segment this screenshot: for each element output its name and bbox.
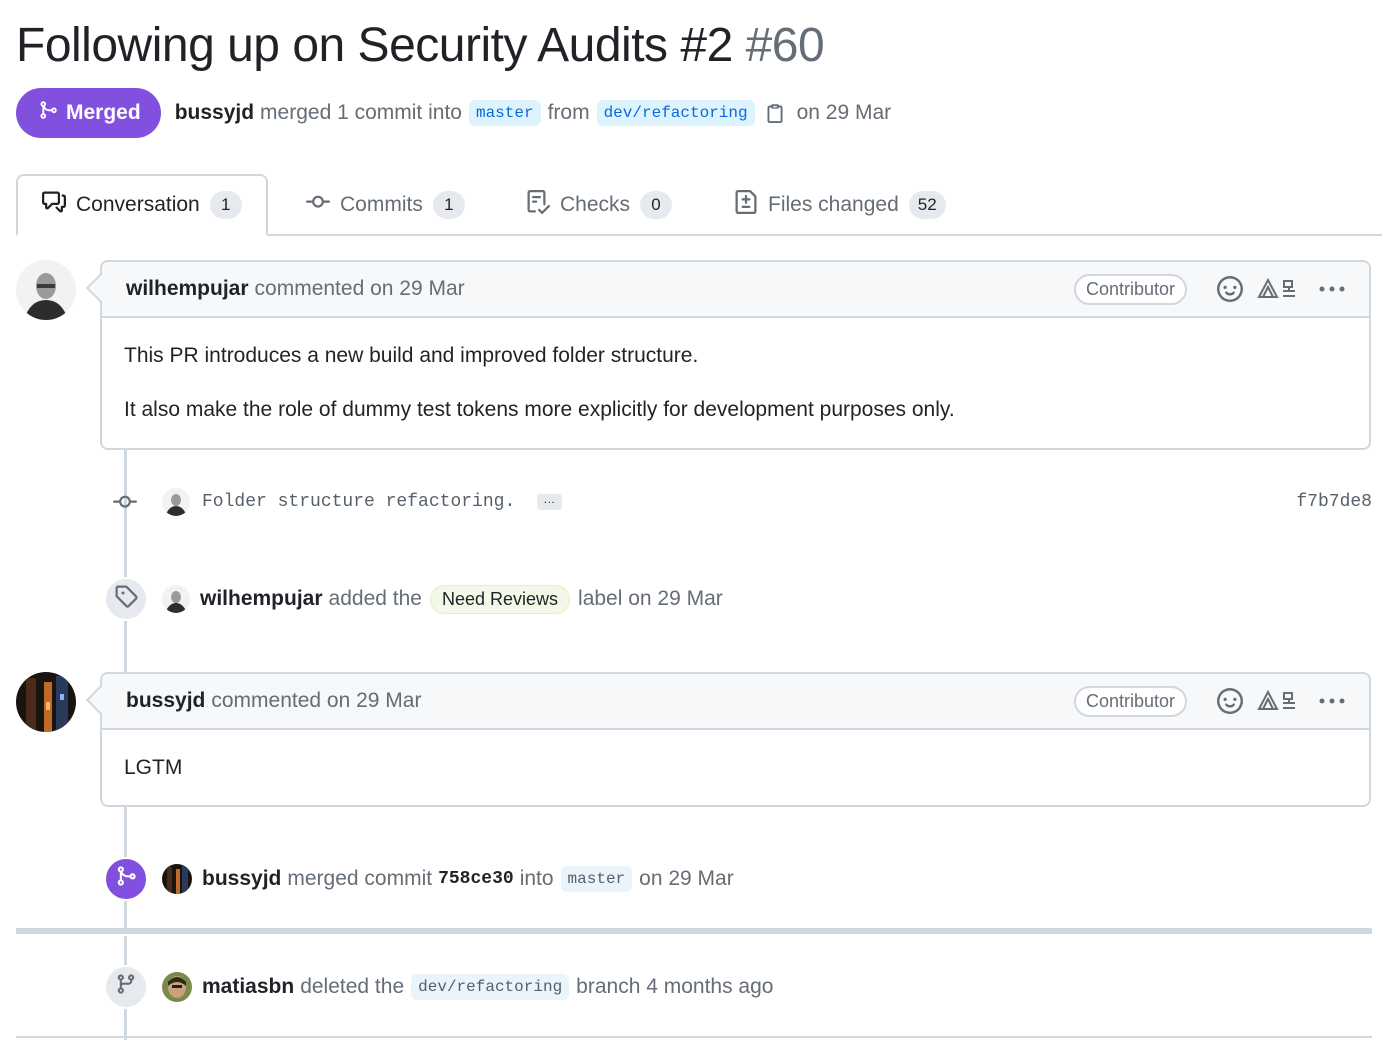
- smiley-icon[interactable]: [1217, 276, 1243, 302]
- comment-paragraph: This PR introduces a new build and impro…: [124, 344, 699, 367]
- head-branch[interactable]: dev/refactoring: [596, 100, 755, 126]
- merge-event-pre: merged commit: [287, 867, 433, 890]
- tab-files-changed-count: 52: [908, 191, 946, 219]
- comment-header: bussyjd commented on 29 Mar Contributor: [102, 674, 1369, 730]
- pr-title-text: Following up on Security Audits #2: [16, 19, 733, 72]
- timeline-line: [124, 448, 127, 672]
- merged-state-label: Merged: [66, 101, 141, 124]
- merge-event-author-link[interactable]: bussyjd: [202, 867, 281, 891]
- comment-discussion-icon: [42, 190, 66, 220]
- file-diff-icon: [734, 190, 758, 220]
- copy-icon[interactable]: [765, 101, 785, 125]
- checklist-icon: [526, 190, 551, 220]
- pr-title: Following up on Security Audits #2 #60: [16, 18, 825, 73]
- from-text: from: [547, 101, 590, 124]
- need-reviews-label[interactable]: Need Reviews: [429, 584, 571, 614]
- git-branch-icon: [115, 973, 137, 1001]
- comment-author-link[interactable]: wilhempujar: [126, 277, 249, 301]
- deleted-branch: dev/refactoring: [411, 974, 570, 1000]
- merge-event-branch[interactable]: master: [560, 866, 633, 892]
- git-merge-icon: [115, 865, 137, 893]
- branch-deleted-event: matiasbn deleted the dev/refactoring bra…: [104, 965, 773, 1009]
- avatar-wilhempujar-small[interactable]: [162, 585, 190, 613]
- base-branch[interactable]: master: [468, 100, 541, 126]
- merged-state-badge: Merged: [16, 88, 161, 138]
- tab-conversation[interactable]: Conversation 1: [16, 174, 268, 236]
- tab-checks-label: Checks: [560, 193, 631, 216]
- avatar-commit-author[interactable]: [162, 488, 190, 516]
- merge-description: merged 1 commit into: [260, 101, 462, 124]
- avatar-matiasbn[interactable]: [162, 972, 192, 1002]
- tab-conversation-label: Conversation: [76, 193, 200, 216]
- pr-meta: Merged bussyjd merged 1 commit into mast…: [16, 88, 891, 138]
- git-merge-icon: [38, 99, 58, 127]
- tab-commits[interactable]: Commits 1: [306, 174, 465, 236]
- merge-commit-sha-link[interactable]: 758ce30: [438, 869, 514, 889]
- tab-checks-count: 0: [640, 191, 673, 219]
- tab-files-changed-label: Files changed: [768, 193, 899, 216]
- commit-event: Folder structure refactoring. … f7b7de8: [104, 484, 1372, 520]
- event-badge-merged: [104, 857, 148, 901]
- smiley-icon[interactable]: [1217, 688, 1243, 714]
- tab-checks[interactable]: Checks 0: [526, 174, 673, 236]
- comment-header: wilhempujar commented on 29 Mar Contribu…: [102, 262, 1369, 318]
- avatar-bussyjd[interactable]: [16, 672, 76, 732]
- event-badge: [104, 577, 148, 621]
- comment-timestamp[interactable]: commented on 29 Mar: [255, 277, 465, 301]
- tab-files-changed[interactable]: Files changed 52: [734, 174, 946, 236]
- tab-commits-count: 1: [432, 191, 465, 219]
- copilot-icon[interactable]: [1257, 277, 1301, 301]
- commit-sha-link[interactable]: f7b7de8: [1296, 492, 1372, 512]
- kebab-horizontal-icon[interactable]: [1319, 697, 1345, 705]
- avatar-bussyjd-small[interactable]: [162, 864, 192, 894]
- comment-body: This PR introduces a new build and impro…: [102, 318, 1369, 448]
- tab-conversation-count: 1: [209, 191, 242, 219]
- comment-card: wilhempujar commented on 29 Mar Contribu…: [85, 260, 1371, 450]
- comment-card: bussyjd commented on 29 Mar Contributor …: [85, 672, 1371, 808]
- contributor-badge: Contributor: [1073, 273, 1187, 305]
- contributor-badge: Contributor: [1073, 685, 1187, 717]
- pr-tabs: Conversation 1 Commits 1 Checks 0 Files …: [16, 174, 1382, 236]
- label-event-post: label on 29 Mar: [578, 587, 723, 610]
- git-commit-icon: [306, 190, 330, 220]
- event-badge: [104, 965, 148, 1009]
- tab-commits-label: Commits: [340, 193, 423, 216]
- delete-event-pre: deleted the: [300, 975, 405, 998]
- merge-date: on 29 Mar: [796, 101, 892, 124]
- comment-author-link[interactable]: bussyjd: [126, 689, 205, 713]
- comment-paragraph: It also make the role of dummy test toke…: [124, 398, 955, 422]
- copilot-icon[interactable]: [1257, 689, 1301, 713]
- merge-author-link[interactable]: bussyjd: [175, 101, 254, 125]
- merge-event-mid: into: [519, 867, 554, 890]
- comment-body: LGTM: [102, 730, 1369, 805]
- timeline-divider: [16, 928, 1372, 934]
- tag-icon: [114, 584, 138, 614]
- label-event: wilhempujar added the Need Reviews label…: [104, 577, 723, 621]
- comment-timestamp[interactable]: commented on 29 Mar: [211, 689, 421, 713]
- pr-number: #60: [745, 19, 825, 72]
- delete-event-post: branch 4 months ago: [576, 975, 774, 998]
- label-event-author-link[interactable]: wilhempujar: [200, 587, 323, 611]
- merge-event: bussyjd merged commit 758ce30 into maste…: [104, 857, 734, 901]
- timeline-divider: [16, 1036, 1372, 1038]
- avatar-wilhempujar[interactable]: [16, 260, 76, 320]
- kebab-horizontal-icon[interactable]: [1319, 285, 1345, 293]
- delete-event-author-link[interactable]: matiasbn: [202, 975, 294, 999]
- git-commit-icon: [110, 490, 140, 514]
- commit-message-link[interactable]: Folder structure refactoring.: [202, 492, 515, 512]
- commit-expand-button[interactable]: …: [537, 493, 563, 510]
- merge-event-post: on 29 Mar: [639, 867, 734, 890]
- comment-paragraph: LGTM: [124, 756, 183, 779]
- label-event-pre: added the: [328, 587, 422, 610]
